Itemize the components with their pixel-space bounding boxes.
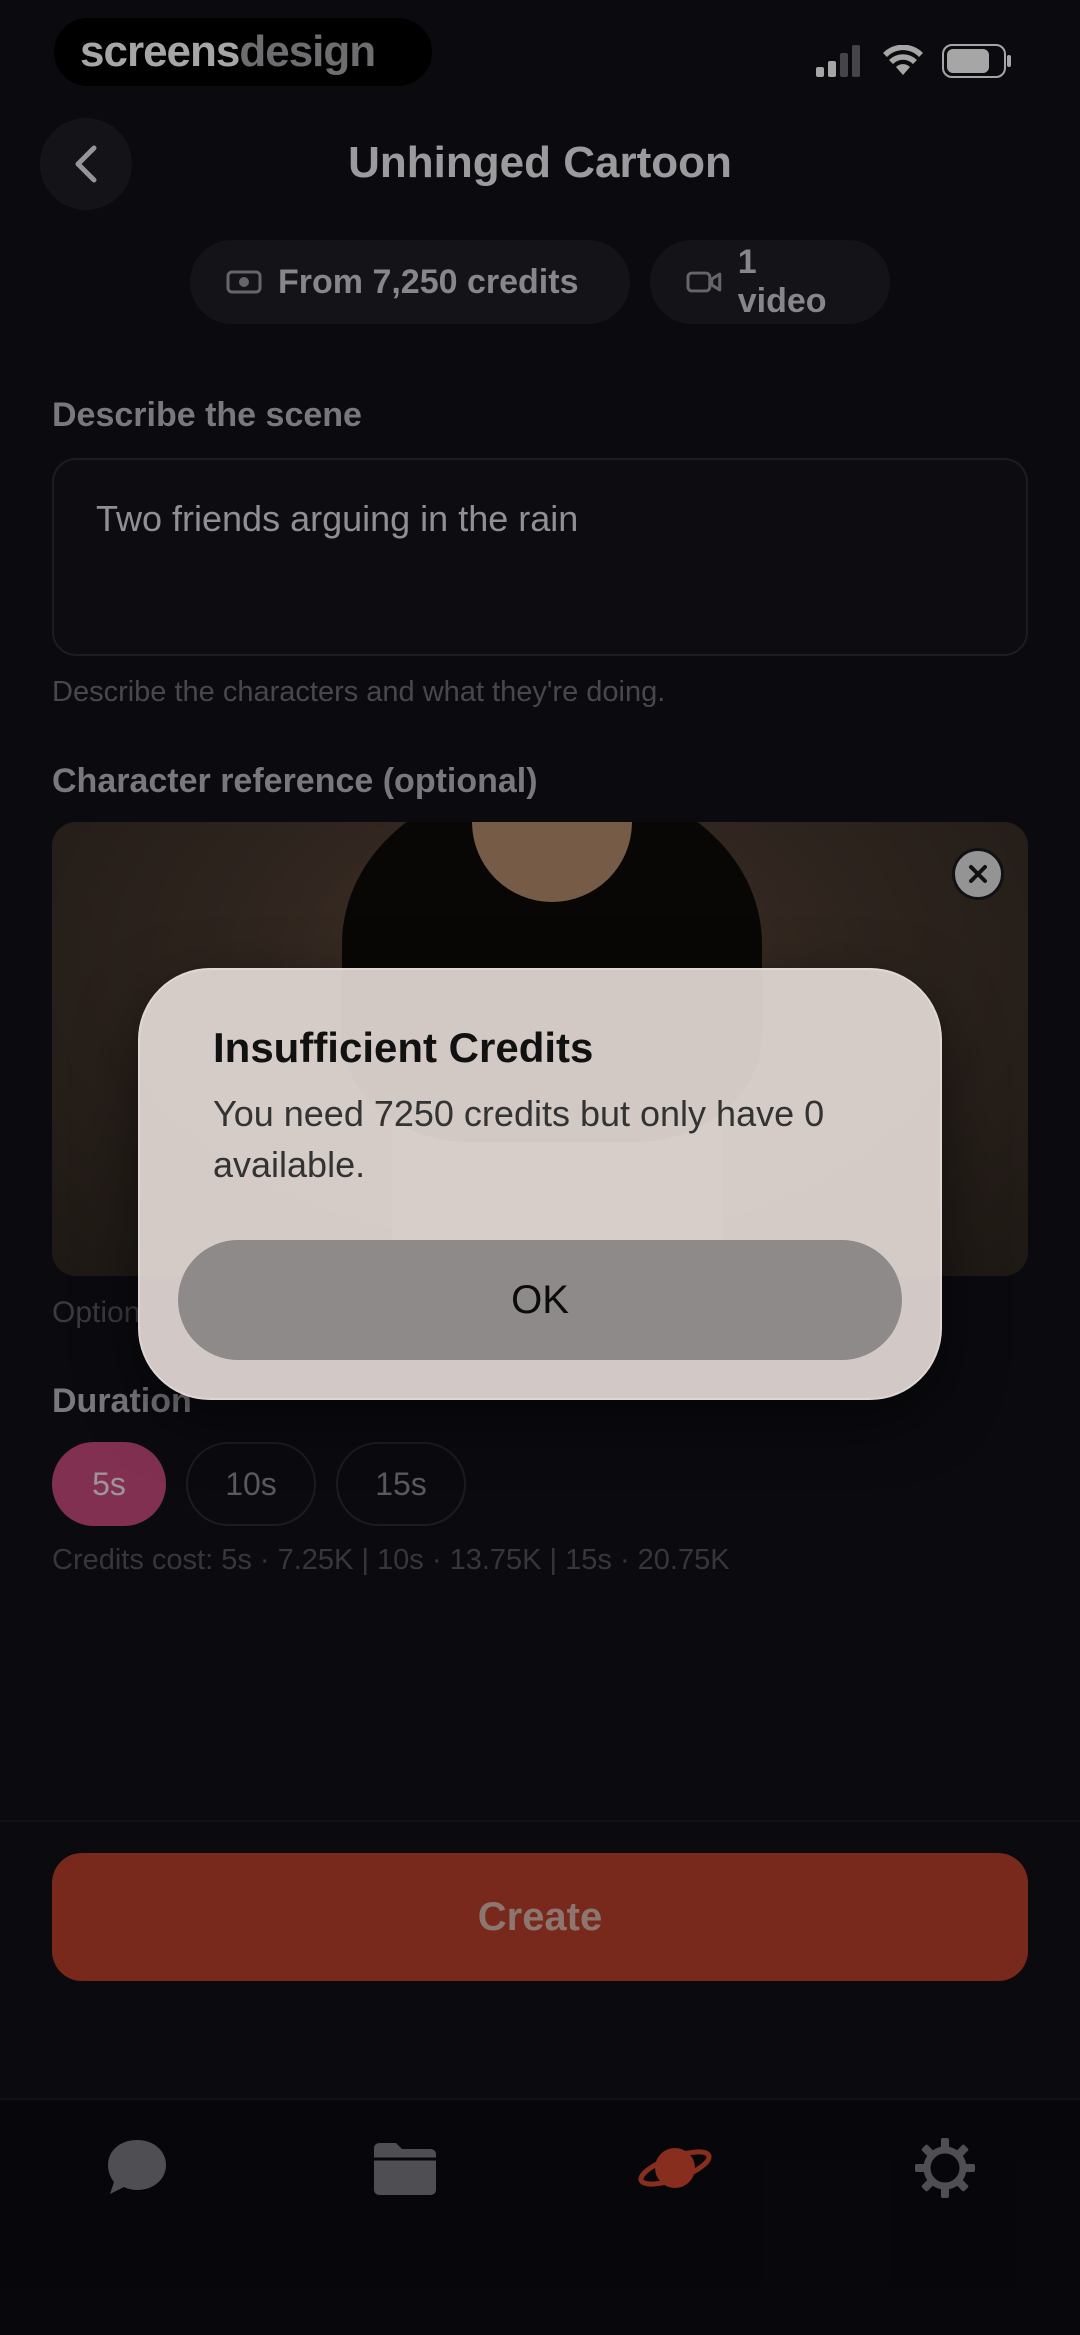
app-screen: screens design Unhinged Cartoon From 7,2… (0, 0, 1080, 2335)
alert-message: You need 7250 credits but only have 0 av… (213, 1093, 825, 1185)
insufficient-credits-alert: Insufficient Credits You need 7250 credi… (138, 968, 942, 1400)
alert-ok-button[interactable]: OK (178, 1240, 902, 1360)
alert-title: Insufficient Credits (213, 1024, 594, 1071)
